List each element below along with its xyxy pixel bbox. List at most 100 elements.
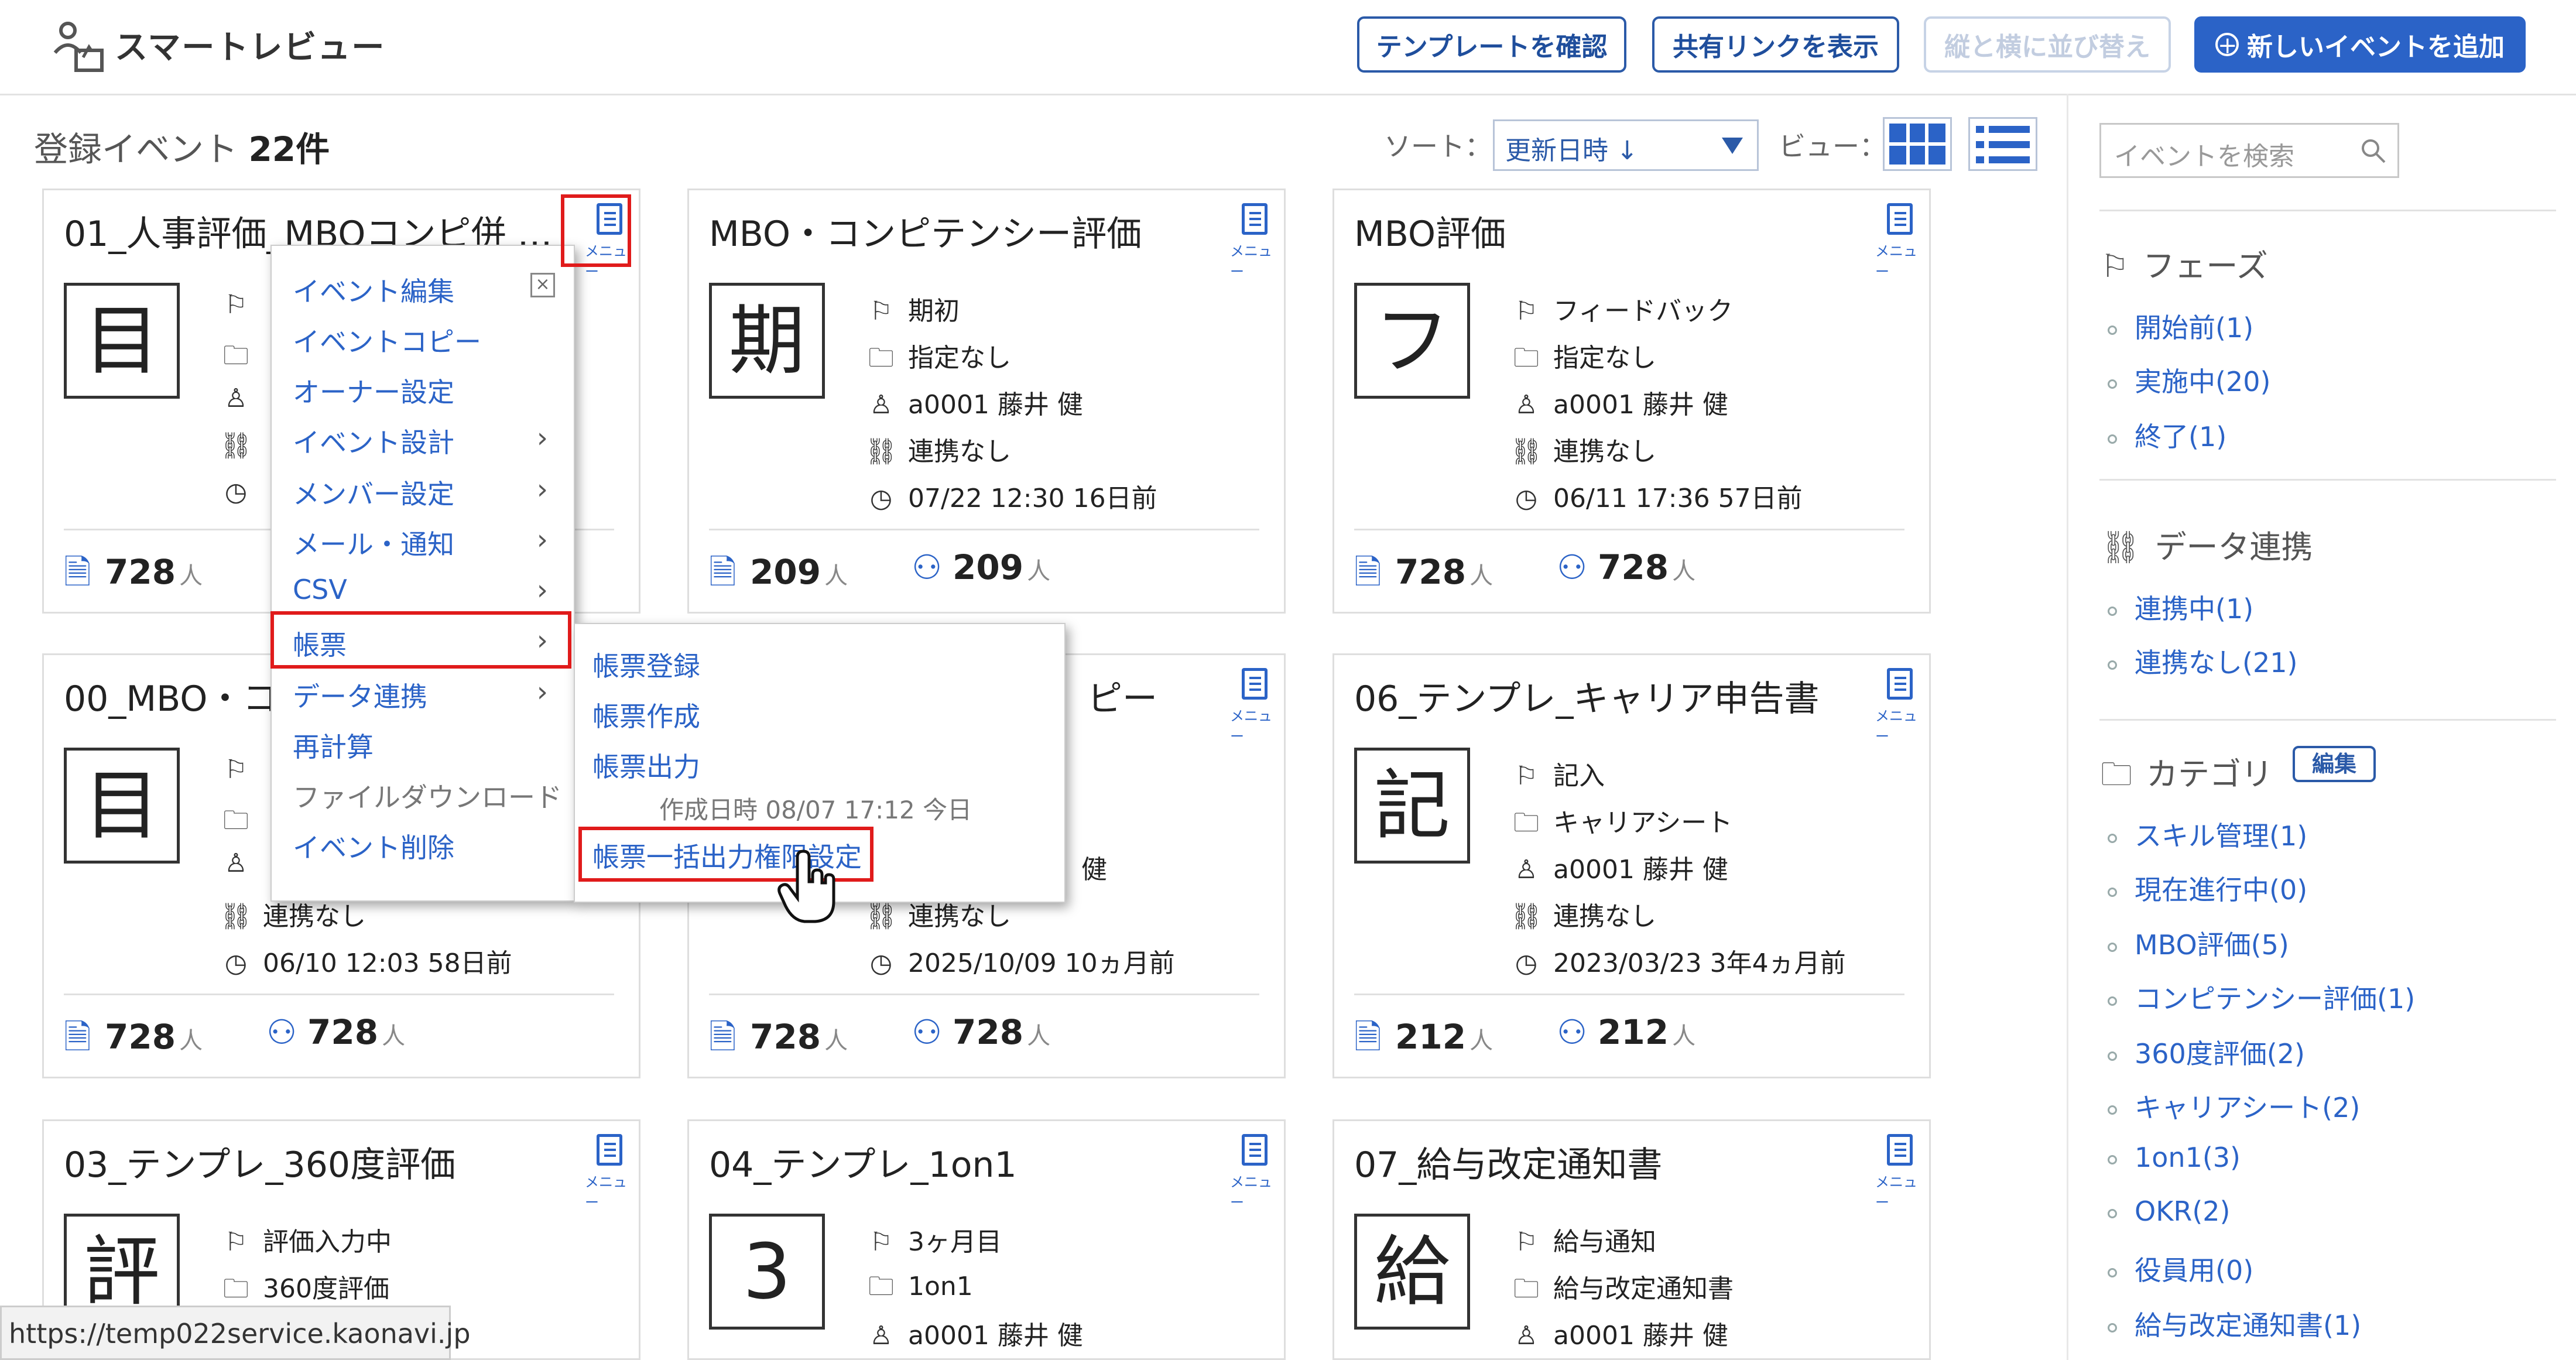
sidebar-item-not-linked[interactable]: 連携なし(21): [2108, 642, 2297, 680]
target-count: 🗎 728 人: [64, 547, 203, 605]
link-icon: ⛓: [2101, 529, 2141, 566]
sidebar-item-category[interactable]: 給与改定通知書(1): [2108, 1304, 2361, 1343]
menu-item-event-edit[interactable]: イベント編集: [293, 270, 454, 309]
menu-doc-icon: [597, 1134, 622, 1166]
menu-item-csv[interactable]: CSV: [293, 574, 347, 605]
grid-view-button[interactable]: [1883, 117, 1952, 171]
menu-item-event-design[interactable]: イベント設計: [293, 422, 454, 460]
card-menu-button[interactable]: メニュー: [1875, 1132, 1919, 1211]
owner-row: ♙ a0001 藤井 健: [1510, 1314, 1728, 1352]
card-divider: [64, 994, 614, 995]
link-row: ⛓ 連携なし: [1510, 437, 1656, 467]
sort-value: 更新日時 ↓: [1505, 136, 1638, 166]
sidebar-item-category[interactable]: 360度評価(2): [2108, 1033, 2305, 1071]
person-icon: ♙: [869, 1321, 893, 1351]
submenu-item-form-create[interactable]: 帳票作成: [592, 696, 700, 734]
event-card[interactable]: 04_テンプレ_1on1 メニュー 3 ⚐ 3ヶ月目 🗀 1on1 ♙ a0001 藤…: [687, 1119, 1286, 1360]
menu-item-data-link[interactable]: データ連携: [293, 676, 427, 714]
category-edit-button[interactable]: 編集: [2293, 746, 2376, 782]
sidebar-item-phase-done[interactable]: 終了(1): [2108, 416, 2226, 454]
sidebar-item-phase-active[interactable]: 実施中(20): [2108, 361, 2270, 399]
menu-item-file-download[interactable]: ファイルダウンロード: [293, 776, 562, 815]
card-divider: [1354, 994, 1904, 995]
rearrange-button[interactable]: 縦と横に並び替え: [1924, 16, 2171, 73]
list-view-button[interactable]: [1968, 117, 2037, 171]
sidebar-item-category[interactable]: 現在進行中(0): [2108, 869, 2307, 907]
person-icon: ♙: [1515, 855, 1538, 885]
card-menu-button[interactable]: メニュー: [1230, 666, 1273, 745]
forms-item-highlight: [270, 611, 571, 669]
clock-icon: ◷: [224, 477, 248, 507]
card-menu-button[interactable]: メニュー: [1230, 201, 1273, 280]
search-icon[interactable]: [2359, 136, 2388, 166]
evaluation-sheet-icon: 🗎: [64, 552, 91, 592]
menu-item-member-setting[interactable]: メンバー設定: [293, 473, 454, 512]
sidebar-item-category[interactable]: OKR(2): [2108, 1195, 2231, 1227]
add-event-button[interactable]: + 新しいイベントを追加: [2194, 16, 2526, 73]
menu-item-event-copy[interactable]: イベントコピー: [293, 321, 481, 359]
sort-select[interactable]: 更新日時 ↓: [1493, 119, 1759, 171]
data-link-heading-label: データ連携: [2154, 529, 2313, 566]
caret-down-icon: [1722, 138, 1743, 154]
event-count: 登録イベント 22件: [34, 122, 330, 171]
menu-item-owner-setting[interactable]: オーナー設定: [293, 371, 454, 410]
menu-button-highlight: [561, 194, 631, 267]
sidebar-item-category[interactable]: キャリアシート(2): [2108, 1087, 2360, 1125]
chevron-right-icon: ›: [536, 422, 548, 454]
close-icon[interactable]: ×: [530, 273, 555, 297]
menu-item-mail-notification[interactable]: メール・通知: [293, 523, 454, 562]
menu-doc-icon: [1887, 203, 1913, 235]
flag-icon: ⚐: [224, 290, 248, 320]
card-menu-button[interactable]: メニュー: [1875, 201, 1919, 280]
menu-doc-icon: [1242, 668, 1268, 700]
target-count: 🗎 212 人: [1354, 1012, 1493, 1070]
sidebar-item-category[interactable]: 役員用(0): [2108, 1249, 2253, 1288]
event-initial: 目: [64, 283, 180, 399]
card-divider: [1354, 529, 1904, 530]
event-card[interactable]: MBO評価 メニュー フ ⚐ フィードバック 🗀 指定なし ♙ a0001 藤井 健 …: [1332, 189, 1931, 614]
submenu-item-form-output[interactable]: 帳票出力: [592, 746, 700, 785]
owner-row: ♙ a0001 藤井 健: [1510, 848, 1728, 886]
event-search-input[interactable]: イベントを検索: [2099, 123, 2399, 178]
sidebar-item-category[interactable]: スキル管理(1): [2108, 815, 2307, 854]
members-icon: ⚇: [1557, 547, 1587, 587]
view-label: ビュー：: [1779, 131, 1886, 162]
owner-row: 健: [1081, 855, 1107, 885]
members-icon: ⚇: [266, 1012, 297, 1052]
card-menu-button[interactable]: メニュー: [1230, 1132, 1273, 1211]
submenu-item-form-register[interactable]: 帳票登録: [592, 645, 700, 684]
chevron-right-icon: ›: [536, 574, 548, 607]
event-card[interactable]: 06_テンプレ_キャリア申告書 メニュー 記 ⚐ 記入 🗀 キャリアシート ♙ a00…: [1332, 653, 1931, 1078]
show-share-link-button[interactable]: 共有リンクを表示: [1652, 16, 1899, 73]
card-menu-button[interactable]: メニュー: [585, 1132, 628, 1211]
event-card-title: 04_テンプレ_1on1: [709, 1145, 1017, 1186]
menu-item-event-delete[interactable]: イベント削除: [293, 827, 454, 865]
phase-heading-label: フェーズ: [2143, 248, 2268, 285]
confirm-template-button[interactable]: テンプレートを確認: [1357, 16, 1626, 73]
link-icon: ⛓: [865, 902, 898, 931]
link-icon: ⛓: [865, 437, 898, 467]
plus-icon: +: [2215, 33, 2239, 57]
folder-icon: 🗀: [1513, 808, 1539, 838]
members-icon: ⚇: [912, 547, 942, 587]
card-divider: [709, 994, 1259, 995]
sidebar-item-phase-before[interactable]: 開始前(1): [2108, 307, 2253, 345]
event-card-title: 00_MBO・コ: [64, 679, 278, 720]
sidebar-item-linked[interactable]: 連携中(1): [2108, 588, 2253, 626]
sidebar-item-category[interactable]: 1on1(3): [2108, 1142, 2241, 1173]
updated-row: ◷ 07/22 12:30 16日前: [865, 477, 1157, 515]
category-row: 🗀 1on1: [865, 1267, 973, 1311]
sidebar-item-category[interactable]: MBO評価(5): [2108, 924, 2289, 962]
sidebar-item-category[interactable]: コンピテンシー評価(1): [2108, 978, 2415, 1016]
category-row: 🗀 給与改定通知書: [1510, 1267, 1734, 1314]
menu-item-recalculate[interactable]: 再計算: [293, 726, 374, 765]
link-icon: ⛓: [1510, 902, 1543, 931]
card-menu-button[interactable]: メニュー: [1875, 666, 1919, 745]
search-placeholder: イベントを検索: [2114, 142, 2294, 172]
event-count-value: 22件: [248, 129, 330, 169]
event-card[interactable]: MBO・コンピテンシー評価 メニュー 期 ⚐ 期初 🗀 指定なし ♙ a0001 藤井…: [687, 189, 1286, 614]
flag-icon: ⚐: [869, 1227, 893, 1257]
clock-icon: ◷: [869, 484, 893, 513]
event-card[interactable]: 07_給与改定通知書 メニュー 給 ⚐ 給与通知 🗀 給与改定通知書 ♙ a0001 …: [1332, 1119, 1931, 1360]
members-icon: ⚇: [912, 1012, 942, 1052]
